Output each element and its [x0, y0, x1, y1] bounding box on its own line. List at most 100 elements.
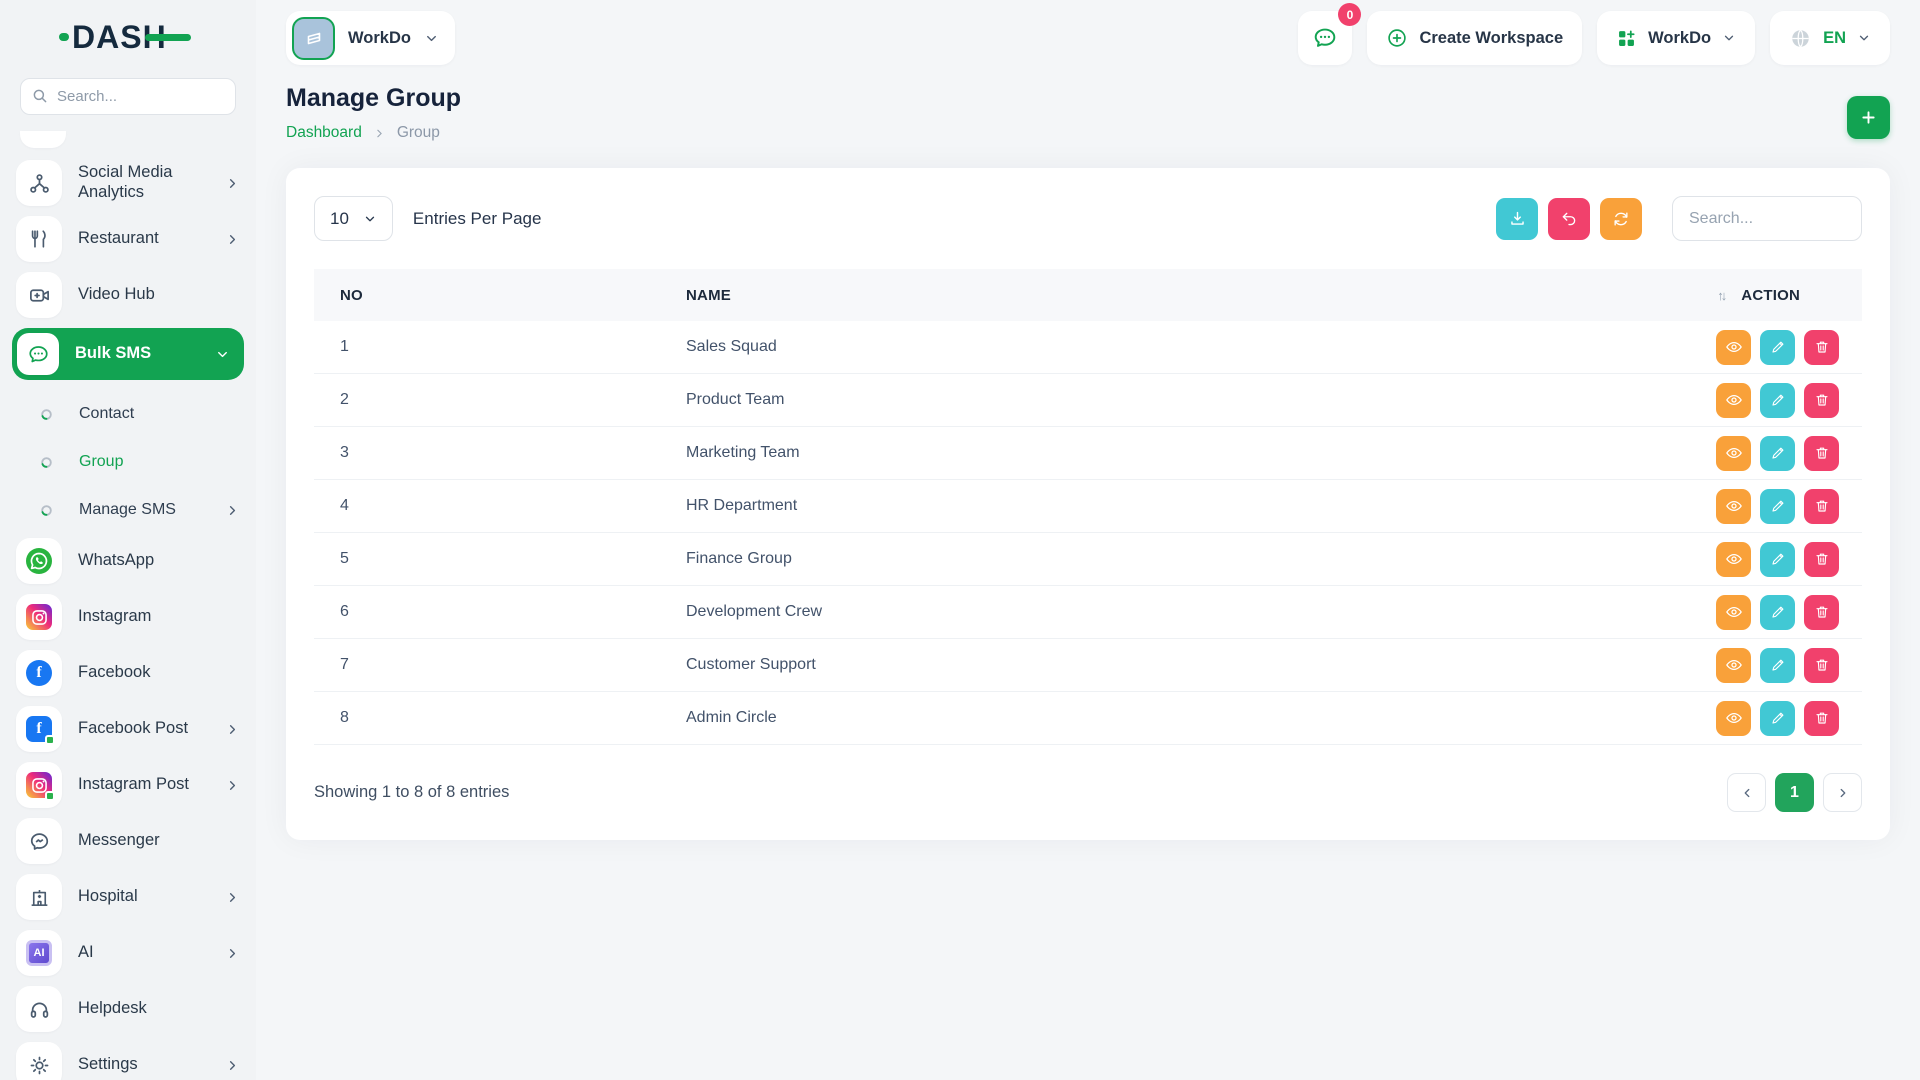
- grid-plus-icon: [1616, 28, 1637, 49]
- sidebar-item-settings[interactable]: Settings: [16, 1042, 240, 1080]
- chat-bubble-icon: [1312, 25, 1338, 51]
- breadcrumb-dashboard-link[interactable]: Dashboard: [286, 124, 362, 142]
- view-button[interactable]: [1716, 489, 1751, 524]
- view-button[interactable]: [1716, 436, 1751, 471]
- brand-logo[interactable]: DASH: [0, 0, 256, 74]
- sidebar-item-label: WhatsApp: [78, 551, 154, 571]
- row-name: Admin Circle: [686, 709, 1647, 727]
- table-row: 6 Development Crew: [314, 586, 1862, 639]
- hospital-icon: [16, 874, 62, 920]
- delete-button[interactable]: [1804, 595, 1839, 630]
- plus-circle-icon: [1386, 27, 1408, 49]
- reset-button[interactable]: [1548, 198, 1590, 240]
- instagram-icon: [16, 594, 62, 640]
- sidebar-item-hospital[interactable]: Hospital: [16, 874, 240, 920]
- page-title: Manage Group: [286, 84, 461, 113]
- eye-icon: [1725, 391, 1743, 409]
- chevron-down-icon: [424, 31, 439, 46]
- sidebar-item-helpdesk[interactable]: Helpdesk: [16, 986, 240, 1032]
- sidebar-item-bulk-sms[interactable]: Bulk SMS: [12, 328, 244, 380]
- row-name: HR Department: [686, 497, 1647, 515]
- current-page-button[interactable]: 1: [1775, 773, 1814, 812]
- workspace-name: WorkDo: [348, 29, 411, 48]
- sidebar-item-video-hub[interactable]: Video Hub: [16, 272, 240, 318]
- edit-button[interactable]: [1760, 595, 1795, 630]
- table-row: 1 Sales Squad: [314, 321, 1862, 374]
- view-button[interactable]: [1716, 595, 1751, 630]
- delete-button[interactable]: [1804, 701, 1839, 736]
- sidebar-subitem-group[interactable]: Group: [16, 442, 240, 482]
- workdo-dropdown[interactable]: WorkDo: [1597, 11, 1755, 65]
- sidebar-item-facebook[interactable]: f Facebook: [16, 650, 240, 696]
- trash-icon: [1814, 551, 1830, 567]
- eye-icon: [1725, 656, 1743, 674]
- pencil-icon: [1770, 339, 1786, 355]
- table-row: 2 Product Team: [314, 374, 1862, 427]
- table-row: 8 Admin Circle: [314, 692, 1862, 745]
- sidebar-item-facebook-post[interactable]: f Facebook Post: [16, 706, 240, 752]
- reload-button[interactable]: [1600, 198, 1642, 240]
- sidebar-item-restaurant[interactable]: Restaurant: [16, 216, 240, 262]
- globe-icon: [1789, 27, 1812, 50]
- previous-page-button[interactable]: [1727, 773, 1766, 812]
- pencil-icon: [1770, 551, 1786, 567]
- sidebar-search-input[interactable]: [20, 78, 236, 115]
- sidebar: DASH Social Media Analytics Restaurant V…: [0, 0, 256, 1080]
- sidebar-subitem-manage-sms[interactable]: Manage SMS: [16, 490, 240, 530]
- sidebar-item-label: Video Hub: [78, 285, 155, 305]
- view-button[interactable]: [1716, 542, 1751, 577]
- row-name: Sales Squad: [686, 338, 1647, 356]
- delete-button[interactable]: [1804, 542, 1839, 577]
- edit-button[interactable]: [1760, 330, 1795, 365]
- sidebar-item-social-media-analytics[interactable]: Social Media Analytics: [16, 160, 240, 206]
- view-button[interactable]: [1716, 330, 1751, 365]
- chevron-right-icon: [1836, 786, 1850, 800]
- sort-icon[interactable]: ↑↓: [1717, 288, 1724, 303]
- chevron-down-icon: [1722, 31, 1736, 45]
- sidebar-item-messenger[interactable]: Messenger: [16, 818, 240, 864]
- delete-button[interactable]: [1804, 383, 1839, 418]
- entries-per-page-select[interactable]: 10: [314, 196, 393, 241]
- eye-icon: [1725, 603, 1743, 621]
- view-button[interactable]: [1716, 648, 1751, 683]
- chevron-right-icon: [225, 722, 240, 737]
- delete-button[interactable]: [1804, 489, 1839, 524]
- chevron-right-icon: [225, 778, 240, 793]
- sidebar-item-instagram[interactable]: Instagram: [16, 594, 240, 640]
- edit-button[interactable]: [1760, 383, 1795, 418]
- sidebar-item-label: Bulk SMS: [75, 344, 151, 364]
- view-button[interactable]: [1716, 701, 1751, 736]
- pencil-icon: [1770, 657, 1786, 673]
- sidebar-item-instagram-post[interactable]: Instagram Post: [16, 762, 240, 808]
- eye-icon: [1725, 444, 1743, 462]
- edit-button[interactable]: [1760, 436, 1795, 471]
- workspace-selector[interactable]: WorkDo: [286, 11, 455, 65]
- building-icon: [302, 26, 326, 50]
- export-button[interactable]: [1496, 198, 1538, 240]
- workspace-avatar: [292, 17, 335, 60]
- column-name: NAME: [686, 287, 1647, 304]
- edit-button[interactable]: [1760, 701, 1795, 736]
- view-button[interactable]: [1716, 383, 1751, 418]
- delete-button[interactable]: [1804, 648, 1839, 683]
- edit-button[interactable]: [1760, 542, 1795, 577]
- language-dropdown[interactable]: EN: [1770, 11, 1890, 65]
- row-no: 7: [314, 656, 686, 674]
- app-root: DASH Social Media Analytics Restaurant V…: [0, 0, 1920, 1080]
- table-search-input[interactable]: [1672, 196, 1862, 241]
- pencil-icon: [1770, 710, 1786, 726]
- sidebar-item-whatsapp[interactable]: WhatsApp: [16, 538, 240, 584]
- next-page-button[interactable]: [1823, 773, 1862, 812]
- create-workspace-button[interactable]: Create Workspace: [1367, 11, 1582, 65]
- pencil-icon: [1770, 392, 1786, 408]
- messages-button[interactable]: 0: [1298, 11, 1352, 65]
- delete-button[interactable]: [1804, 436, 1839, 471]
- delete-button[interactable]: [1804, 330, 1839, 365]
- edit-button[interactable]: [1760, 489, 1795, 524]
- sidebar-item-ai[interactable]: AI AI: [16, 930, 240, 976]
- sidebar-subitem-contact[interactable]: Contact: [16, 394, 240, 434]
- trash-icon: [1814, 498, 1830, 514]
- add-group-button[interactable]: [1847, 96, 1890, 139]
- download-icon: [1508, 209, 1527, 228]
- edit-button[interactable]: [1760, 648, 1795, 683]
